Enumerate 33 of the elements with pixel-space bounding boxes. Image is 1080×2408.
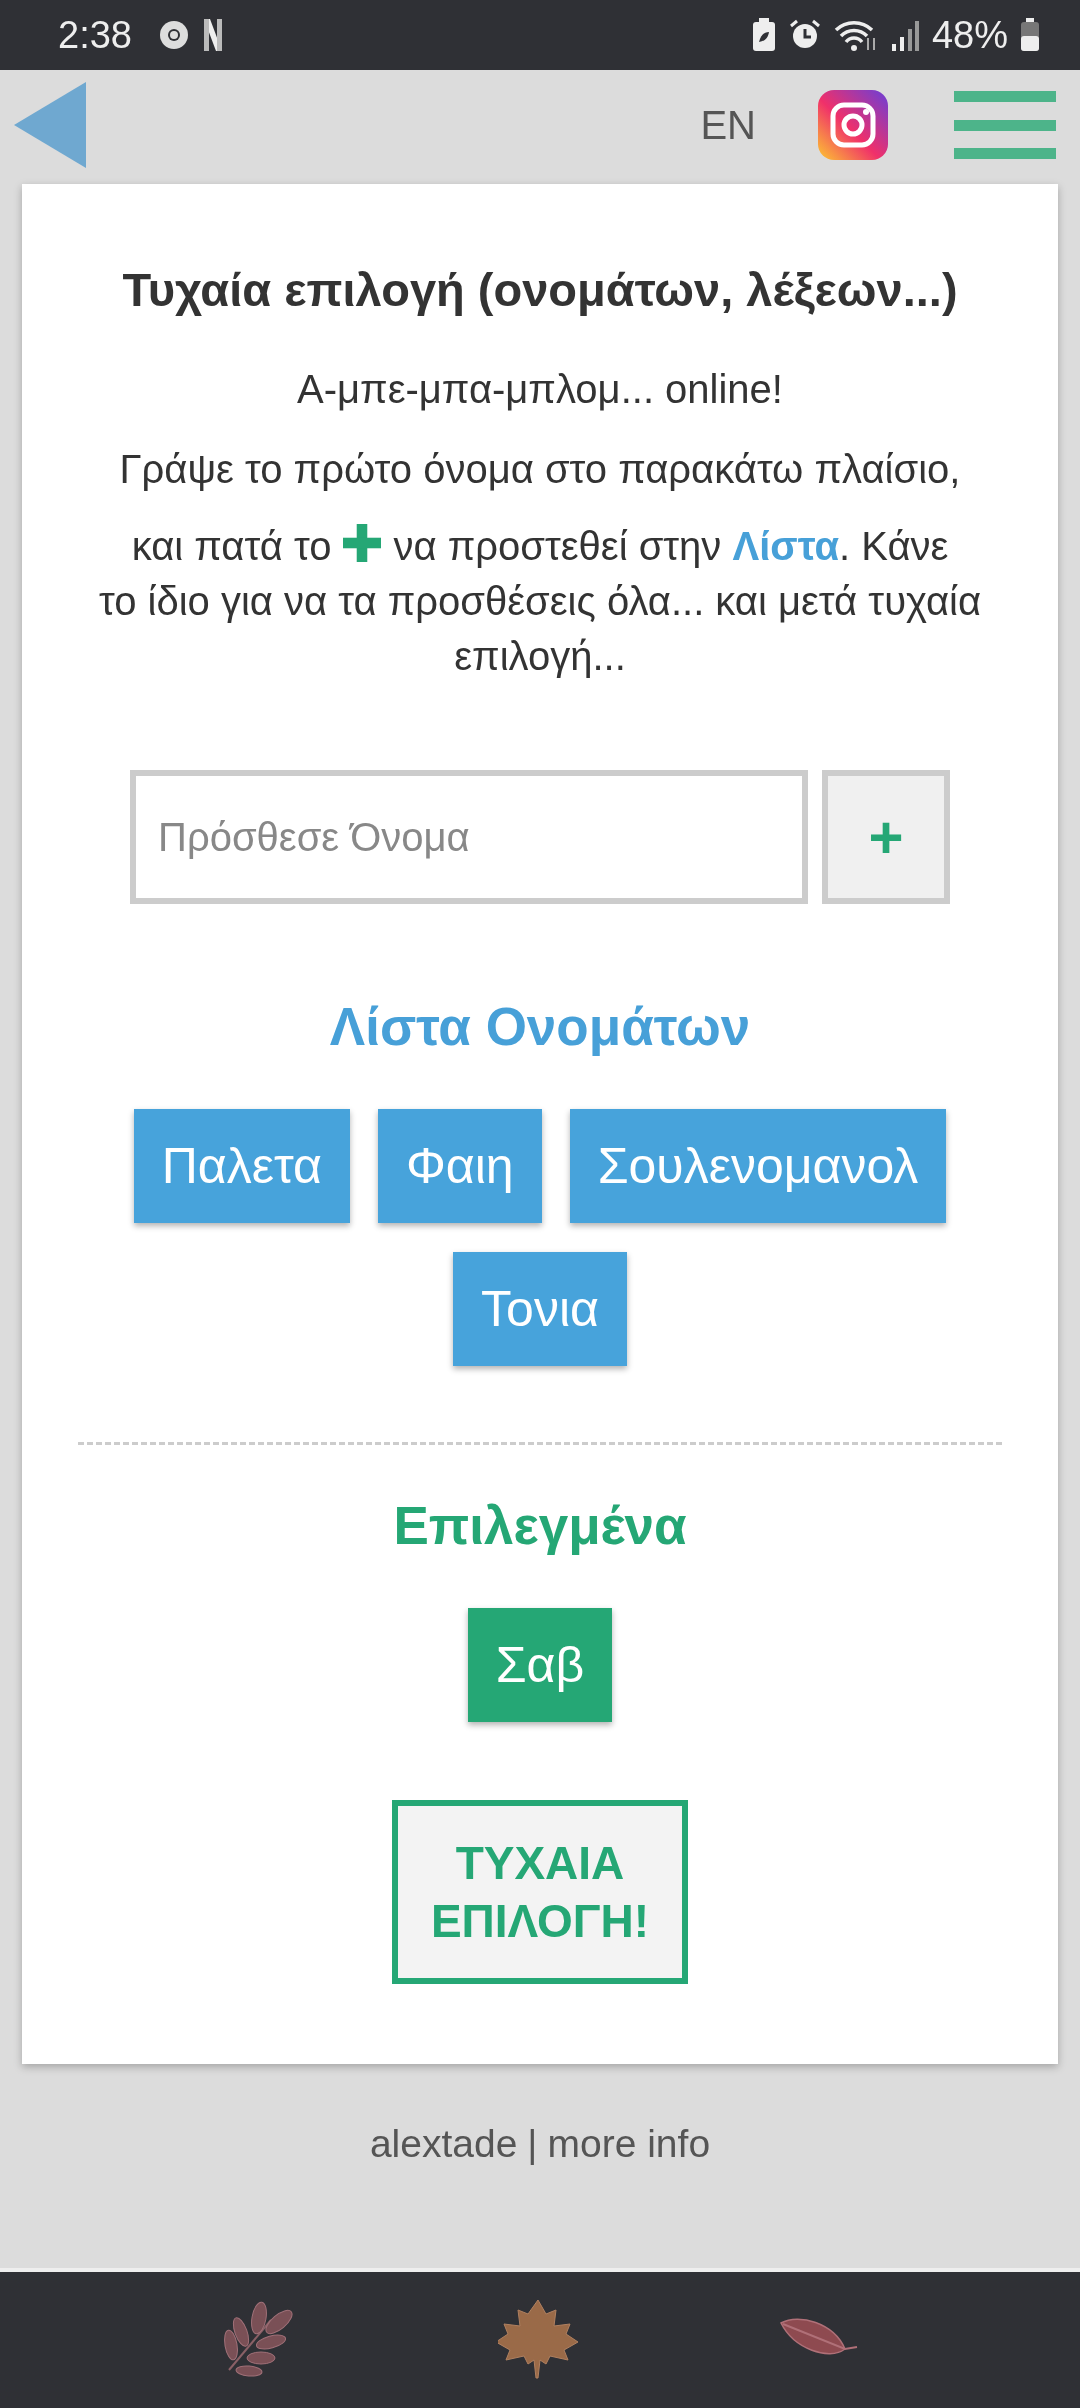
selected-chip[interactable]: Σαβ [467,1608,613,1722]
instruction-text: να προστεθεί στην Λίστα. Κάνε [393,523,949,570]
name-chip[interactable]: Τονια [453,1252,627,1366]
subtitle: Α-μπε-μπα-μπλομ... online! [297,367,783,412]
instruction-text: το ίδιο για να τα προσθέσεις όλα... και μετά τυχαία επιλογή... [97,578,983,680]
random-pick-button[interactable]: ΤΥΧΑΙΑ ΕΠΙΛΟΓΗ! [392,1800,688,1984]
battery-percent: 48% [931,13,1008,57]
browser-icon [157,19,190,51]
status-time: 2:38 [58,13,132,57]
battery-icon [1020,18,1040,52]
add-button[interactable]: + [822,770,950,904]
name-input-field[interactable]: Πρόσθεσε Όνομα [130,770,808,904]
more-info-link[interactable]: more info [547,2122,711,2166]
separator: | [527,2122,538,2166]
wifi-icon [833,18,878,52]
name-chip[interactable]: Σουλενομανολ [569,1109,947,1223]
name-chip[interactable]: Παλετα [133,1109,350,1223]
name-chip[interactable]: Φαιη [377,1109,542,1223]
back-icon[interactable] [14,82,86,168]
page-title: Τυχαία επιλογή (ονομάτων, λέξεων...) [122,262,958,317]
selected-heading: Επιλεγμένα [393,1495,687,1556]
camera-app-icon[interactable] [818,90,888,160]
menu-icon[interactable] [954,91,1056,159]
maple-leaf-icon[interactable] [498,2300,578,2380]
author-link[interactable]: alextade [369,2122,518,2166]
list-heading: Λίστα Ονομάτων [329,996,751,1057]
language-link[interactable]: EN [700,102,756,148]
signal-icon [889,18,920,52]
n-icon [201,17,224,53]
instruction-text: Γράψε το πρώτο όνομα στο παρακάτω πλαίσιο, [119,446,961,493]
instruction-text: και πατά το [131,523,332,570]
battery-saver-icon [751,18,776,52]
plus-icon [343,523,382,562]
